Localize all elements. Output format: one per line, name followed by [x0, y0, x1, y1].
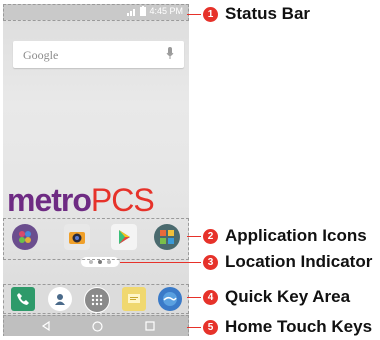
page-dot — [89, 260, 93, 264]
phone-home-screen: 4:45 PM Google metroPCS — [3, 4, 189, 336]
signal-icon — [127, 8, 136, 16]
callout-badge-2: 2 — [203, 229, 218, 244]
contacts-icon — [55, 294, 65, 305]
callout-label-quick-key-area: Quick Key Area — [225, 287, 351, 306]
callout-label-application-icons: Application Icons — [225, 226, 367, 245]
messages-quick-key[interactable] — [122, 287, 146, 311]
page-dot — [107, 260, 111, 264]
camera-icon — [69, 232, 85, 244]
messages-icon — [128, 294, 140, 303]
location-indicator[interactable] — [81, 257, 119, 267]
apps-quick-key[interactable] — [84, 287, 110, 313]
phone-quick-key[interactable] — [11, 287, 35, 311]
back-key[interactable] — [38, 318, 54, 334]
browser-quick-key[interactable] — [158, 287, 182, 311]
callout-line-3 — [120, 262, 201, 263]
play-store-icon — [119, 230, 130, 244]
back-icon — [41, 321, 50, 331]
home-touch-keys — [3, 315, 189, 336]
callout-line-5 — [187, 327, 201, 328]
status-icons: 4:45 PM — [127, 6, 183, 16]
callout-line-2 — [187, 236, 201, 237]
home-key[interactable] — [89, 318, 105, 334]
apps-grid-icon — [91, 294, 103, 306]
google-search-widget[interactable]: Google — [13, 41, 184, 68]
callout-badge-1: 1 — [203, 7, 218, 22]
status-time: 4:45 PM — [149, 6, 183, 16]
camera-app-icon[interactable] — [64, 224, 90, 250]
callout-line-1 — [187, 14, 201, 15]
app-icon[interactable] — [12, 224, 38, 250]
mic-icon[interactable] — [166, 47, 174, 66]
metropcs-logo: metroPCS — [7, 182, 155, 218]
callout-badge-3: 3 — [203, 255, 218, 270]
status-bar: 4:45 PM — [3, 4, 189, 20]
quick-key-area — [3, 284, 189, 313]
app-folder-icon — [160, 230, 174, 244]
recent-apps-key[interactable] — [142, 318, 158, 334]
callout-label-status-bar: Status Bar — [225, 4, 311, 23]
home-circle-icon — [91, 320, 103, 332]
brand-metro: metro — [7, 182, 92, 218]
browser-globe-icon — [163, 292, 177, 306]
recent-apps-icon — [145, 321, 155, 331]
search-placeholder: Google — [23, 48, 59, 62]
application-icons-row — [3, 216, 189, 256]
app-icon[interactable] — [154, 224, 180, 250]
callout-label-location-indicator: Location Indicator — [225, 252, 373, 271]
phone-icon — [17, 293, 29, 305]
callout-label-home-touch-keys: Home Touch Keys — [225, 317, 373, 336]
callout-line-4 — [187, 297, 201, 298]
battery-icon — [140, 6, 147, 16]
brand-pcs: PCS — [90, 182, 155, 218]
callout-badge-5: 5 — [203, 320, 218, 335]
app-folder-icon — [19, 231, 31, 243]
page-dot-active — [98, 260, 102, 264]
play-store-app-icon[interactable] — [111, 224, 137, 250]
callout-badge-4: 4 — [203, 290, 218, 305]
contacts-quick-key[interactable] — [48, 287, 72, 311]
